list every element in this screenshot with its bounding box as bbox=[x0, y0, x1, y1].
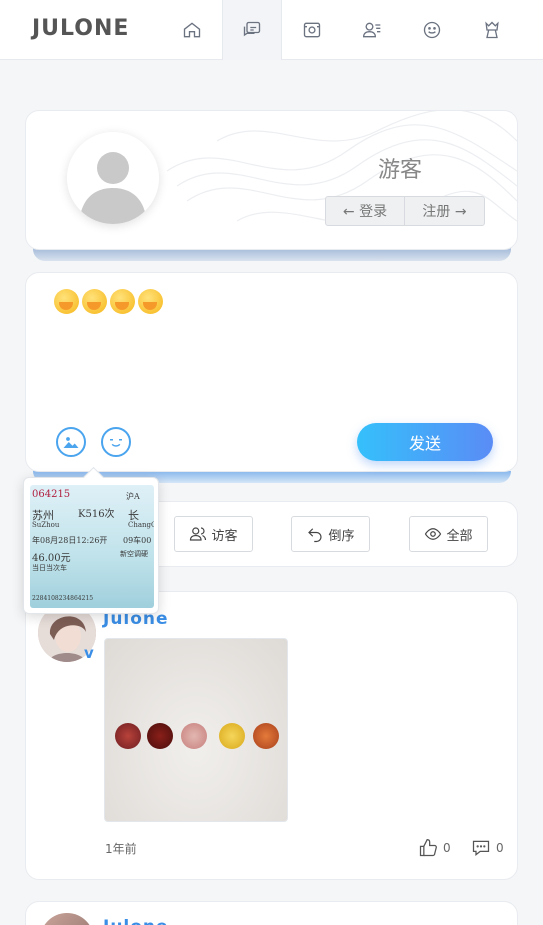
nav-photo[interactable] bbox=[282, 0, 342, 60]
nav-home[interactable] bbox=[162, 0, 222, 60]
thumbs-up-icon bbox=[419, 839, 437, 857]
register-button[interactable]: 注册 → bbox=[405, 196, 485, 226]
nav-contact[interactable] bbox=[342, 0, 402, 60]
ticket-class: 新空调硬 bbox=[120, 550, 148, 558]
badge-icon bbox=[485, 21, 499, 39]
comment-icon bbox=[472, 840, 490, 856]
train-ticket-thumbnail: 064215 沪A 苏州 K516次 长 SuZhou ChangC 年08月2… bbox=[30, 485, 154, 608]
ticket-to-pinyin: ChangC bbox=[128, 521, 154, 529]
shy-cover-mouth-emoji bbox=[82, 289, 107, 314]
shy-cover-mouth-emoji bbox=[110, 289, 135, 314]
ticket-car: 09车00 bbox=[123, 536, 152, 545]
users-icon bbox=[190, 527, 207, 541]
undo-icon bbox=[308, 528, 323, 543]
verified-badge: v bbox=[84, 644, 94, 662]
show-all-label: 全部 bbox=[446, 528, 473, 544]
decorative-wave-pattern bbox=[166, 111, 517, 226]
tea-cup bbox=[147, 723, 173, 749]
login-button[interactable]: ← 登录 bbox=[325, 196, 405, 226]
blush-smile-emoji bbox=[138, 289, 163, 314]
reverse-order-label: 倒序 bbox=[328, 528, 355, 544]
image-icon bbox=[63, 437, 79, 448]
show-all-button[interactable]: 全部 bbox=[409, 516, 488, 552]
ticket-from-pinyin: SuZhou bbox=[32, 521, 60, 529]
ticket-train-no: K516次 bbox=[78, 509, 115, 520]
ticket-date: 年08月28日12:26开 bbox=[32, 536, 108, 545]
ticket-serial: 2284108234864215 bbox=[32, 595, 94, 602]
reverse-order-button[interactable]: 倒序 bbox=[291, 516, 370, 552]
emoji-picker-button[interactable] bbox=[101, 427, 131, 457]
contact-card-icon bbox=[362, 22, 381, 38]
main-nav bbox=[162, 0, 522, 60]
tea-cup bbox=[219, 723, 245, 749]
comment-count: 0 bbox=[496, 841, 504, 855]
post-timestamp: 1年前 bbox=[105, 842, 137, 856]
home-icon bbox=[183, 22, 201, 38]
tea-cup bbox=[181, 723, 207, 749]
guest-name: 游客 bbox=[378, 158, 423, 183]
photo-frame-icon bbox=[303, 22, 321, 38]
ticket-price: 46.00元 bbox=[32, 553, 71, 564]
shy-cover-mouth-emoji bbox=[54, 289, 79, 314]
ticket-number: 064215 bbox=[32, 489, 71, 500]
tea-cup bbox=[115, 723, 141, 749]
composer-text-content[interactable] bbox=[54, 289, 163, 314]
send-button[interactable]: 发送 bbox=[357, 423, 493, 461]
post-author-name[interactable]: Julone bbox=[103, 917, 169, 925]
post-image[interactable] bbox=[104, 638, 288, 822]
guest-avatar[interactable] bbox=[67, 132, 159, 224]
post-card bbox=[25, 901, 518, 925]
nav-badge[interactable] bbox=[462, 0, 522, 60]
like-button[interactable]: 0 bbox=[418, 838, 451, 858]
default-user-icon bbox=[67, 132, 159, 224]
nav-emoji[interactable] bbox=[402, 0, 462, 60]
emoji-icon bbox=[110, 439, 122, 447]
ticket-note: 当日当次车 bbox=[32, 564, 67, 572]
visitor-filter-label: 访客 bbox=[211, 528, 238, 544]
tea-cup bbox=[253, 723, 279, 749]
smile-icon bbox=[423, 21, 441, 39]
ticket-corner-text: 沪A bbox=[126, 492, 140, 501]
site-logo[interactable]: JULONE bbox=[32, 16, 129, 41]
image-upload-button[interactable] bbox=[56, 427, 86, 457]
visitor-filter-button[interactable]: 访客 bbox=[174, 516, 253, 552]
top-navbar: JULONE bbox=[0, 0, 543, 60]
eye-icon bbox=[425, 528, 442, 540]
like-count: 0 bbox=[443, 841, 451, 855]
chat-icon bbox=[243, 21, 261, 37]
comment-button[interactable]: 0 bbox=[471, 838, 504, 858]
image-preview-popover[interactable]: 064215 沪A 苏州 K516次 长 SuZhou ChangC 年08月2… bbox=[23, 477, 159, 614]
auth-button-group: ← 登录 注册 → bbox=[325, 196, 485, 226]
nav-chat[interactable] bbox=[222, 0, 282, 60]
